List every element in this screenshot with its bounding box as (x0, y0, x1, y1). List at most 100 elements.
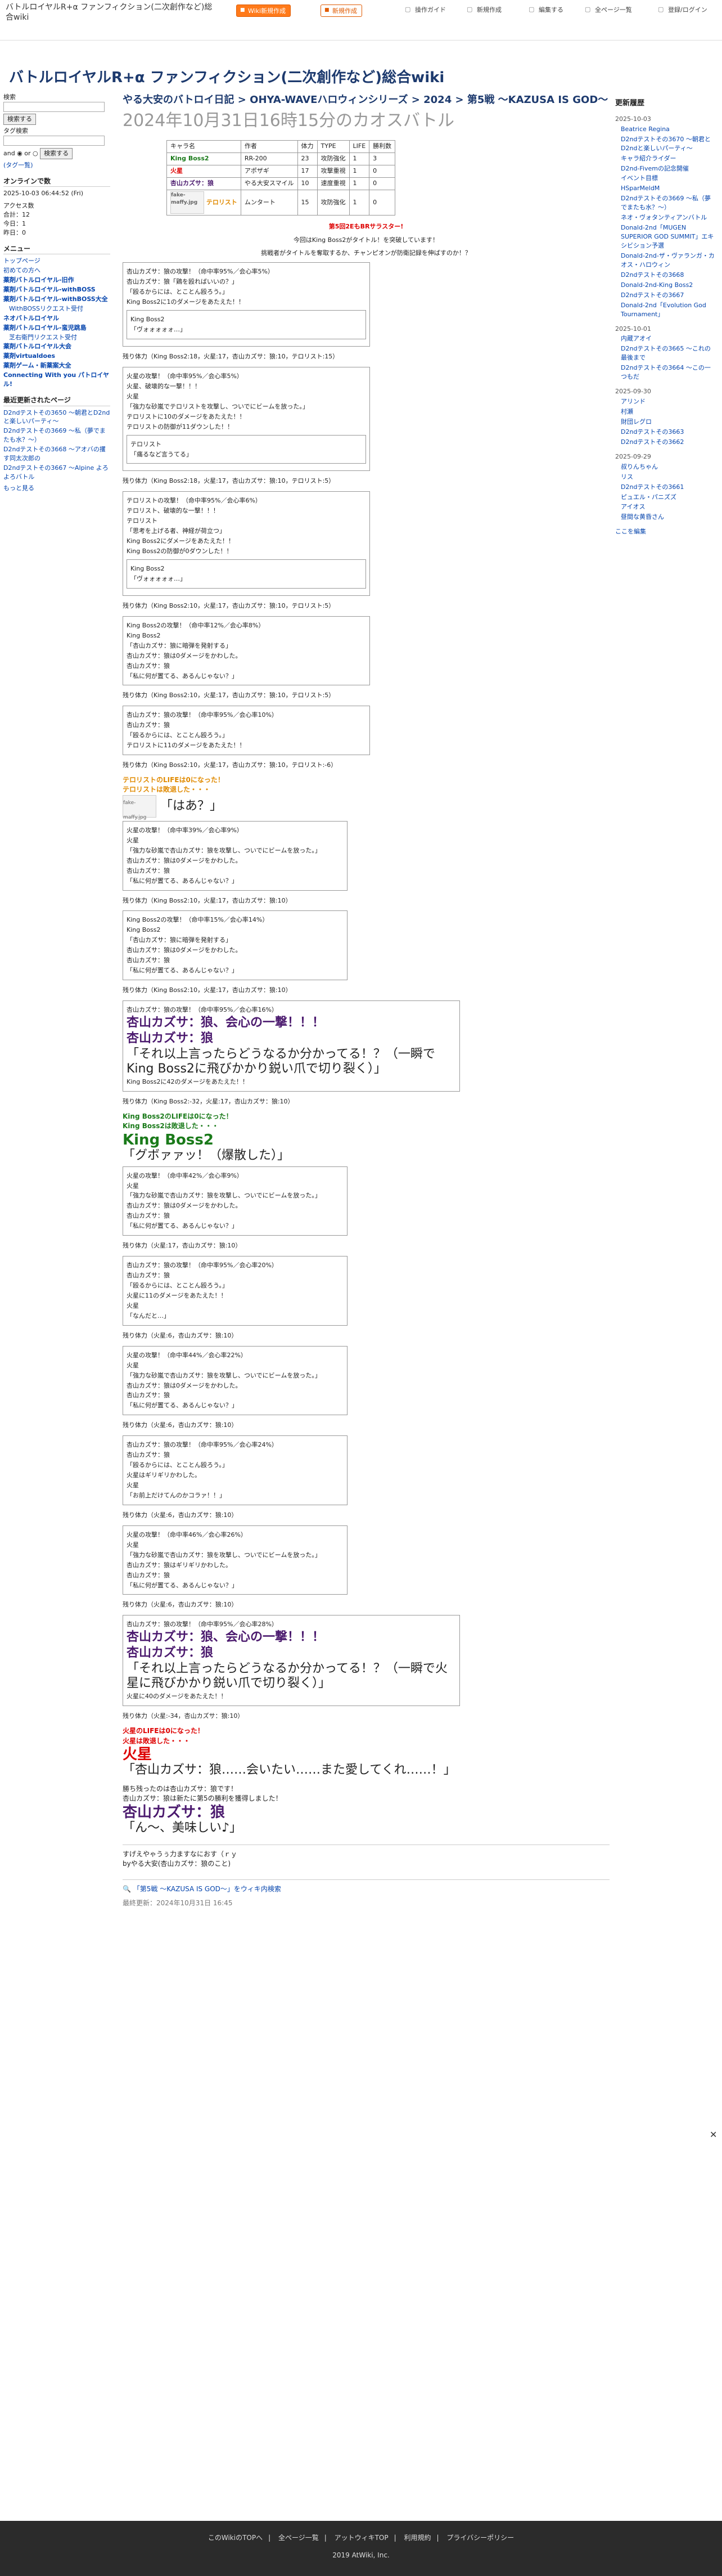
critical-hit-2: 杏山カズサ：狼の攻撃！（命中率95%／会心率28%） 杏山カズサ：狼、会心の一撃！… (123, 1615, 610, 1721)
update-item-link[interactable]: 叔りんちゃん (621, 463, 658, 470)
menu-item[interactable]: WithBOSSリクエスト受付 (9, 305, 83, 312)
update-item-link[interactable]: D2ndテストその3663 (621, 428, 684, 436)
tag-list-link[interactable]: (タグ一覧) (3, 161, 33, 169)
log-line: 「私に何が置てる、あるんじゃない？」 (127, 967, 238, 975)
menu-item[interactable]: 薬剤バトルロイヤル大会 (3, 343, 71, 350)
log-line: 杏山カズサ：狼 (127, 1272, 170, 1280)
wiki-title[interactable]: バトルロイヤルR+α ファンフィクション(二次創作など)総合wiki (9, 68, 444, 89)
new-create-link[interactable]: 新規作成 (467, 5, 502, 15)
log-line: 杏山カズサ：狼の攻撃！（命中率95%／会心率28%） (127, 1621, 278, 1628)
site-title[interactable]: バトルロイヤルR+α ファンフィクション(二次創作など)総合wiki (6, 2, 214, 23)
log-line: 杏山カズサ：狼 (127, 1571, 170, 1579)
update-item-link[interactable]: D2nd-Fivemの記念開催 (621, 165, 689, 172)
menu-item[interactable]: ネオバトルロイヤル (3, 315, 59, 322)
remaining-hp-status: 残り体力（火星:6，杏山カズサ：狼:10） (123, 1421, 238, 1429)
menu-item[interactable]: 薬剤ゲーム・新薬案大全 (3, 362, 71, 369)
update-item-link[interactable]: HSparMeldM (621, 185, 660, 192)
search-input[interactable] (3, 101, 105, 112)
table-header: TYPE (317, 140, 350, 153)
battle-turn-box: 火星の攻撃！（命中率95%／会心率5%） 火星、破壊的な一撃！！！ 火星 「強力な砂嵐… (123, 366, 370, 472)
update-item-link[interactable]: Beatrice Regina (621, 125, 670, 133)
update-item-link[interactable]: D2ndテストその3667 (621, 291, 684, 299)
update-item-link[interactable]: キャラ紹介ライダー (621, 155, 676, 162)
log-line: テロリストに10のダメージをあたえた！！ (127, 412, 246, 420)
menu-item[interactable]: 薬剤バトルロイヤル-withBOSS (3, 286, 96, 293)
table-cell: 速度重視 (317, 177, 350, 190)
update-item-link[interactable]: Donald-2nd-ザ・ヴァランガ・カオス・ハロウィン (621, 252, 715, 268)
menu-item[interactable]: Connecting With you パトロイヤル! (3, 371, 109, 388)
update-item-link[interactable]: D2ndテストその3661 (621, 483, 684, 491)
update-item-link[interactable]: D2ndテストその3664 〜この一つもだ (621, 364, 711, 380)
and-radio[interactable]: and (3, 150, 15, 157)
breadcrumb[interactable]: やる大安のバトロイ日記 > OHYA-WAVEハロウィンシリーズ > 2024 … (123, 93, 610, 107)
log-line: King Boss2 (127, 926, 161, 934)
page-title: 2024年10月31日16時15分のカオスバトル (123, 111, 454, 131)
login-link[interactable]: 登録/ログイン (658, 5, 707, 15)
update-item-link[interactable]: ピュエル・パニズズ (621, 493, 676, 501)
table-cell: 0 (369, 164, 396, 178)
update-item-link[interactable]: D2ndテストその3668 (621, 271, 684, 279)
update-items: 内蔵アオイ D2ndテストその3665 〜これの最後まで D2ndテストその3664… (615, 334, 716, 382)
menu-item[interactable]: 薬剤virtualdoes (3, 352, 55, 360)
update-item-link[interactable]: ネオ・ヴォタンティアンバトル (621, 214, 707, 221)
footer-link-terms[interactable]: 利用規約 (404, 2534, 431, 2542)
recent-title: 最近更新されたページ (3, 396, 110, 406)
battle-turn-box: テロリストの攻撃！（命中率95%／会心率6%） テロリスト、破壊的な一撃！！！ テロ… (123, 491, 370, 596)
table-row: King Boss2 RR-200 23 攻防強化 1 3 (166, 152, 396, 165)
update-item-link[interactable]: D2ndテストその3662 (621, 438, 684, 446)
edit-sidebar-link[interactable]: ここを編集 (615, 528, 646, 535)
menu-title: メニュー (3, 244, 110, 255)
update-item-link[interactable]: アイオス (621, 503, 645, 510)
update-item-link[interactable]: イベント目標 (621, 174, 658, 182)
search-button[interactable]: 検索する (3, 114, 36, 125)
footer-link-atwiki[interactable]: アットウィキTOP (335, 2534, 389, 2542)
update-item-link[interactable]: D2ndテストその3670 〜朝君とD2ndと楽しいパーティ〜 (621, 136, 711, 152)
menu-item[interactable]: 薬剤バトルロイヤル-withBOSS大全 (3, 295, 108, 303)
recent-item[interactable]: D2ndテストその3650 〜朝君とD2ndと楽しいパーティ〜 (3, 409, 110, 425)
footer-link-all-pages[interactable]: 全ページ一覧 (278, 2534, 319, 2542)
update-item-link[interactable]: 村瀬 (621, 408, 633, 415)
log-line: 杏山カズサ：狼、会心の一撃！！！ (127, 1630, 325, 1645)
recent-item[interactable]: D2ndテストその3668 〜アオバの攫す同太次郎の (3, 446, 106, 462)
menu-item[interactable]: トップページ (3, 257, 40, 264)
close-icon[interactable]: ✕ (710, 2130, 719, 2139)
menu-item[interactable]: 薬剤バトルロイヤル-旧作 (3, 276, 74, 284)
footer-link-top[interactable]: このWikiのTOPへ (208, 2534, 263, 2542)
footer-link-privacy[interactable]: プライバシーポリシー (446, 2534, 514, 2542)
tag-search-input[interactable] (3, 136, 105, 146)
log-line: テロリストの防御が11ダウンした！！ (127, 423, 233, 430)
update-item-link[interactable]: 昼間な黄昏さん (621, 513, 664, 520)
tag-search-button[interactable]: 検索する (40, 147, 73, 159)
battle-turn-box: 火星の攻撃！（命中率39%／会心率9%） 火星 「強力な砂嵐で杏山カズサ：狼を攻撃し… (123, 820, 348, 891)
update-item-link[interactable]: リス (621, 473, 633, 481)
new-page-button[interactable]: 新規作成 (321, 5, 362, 17)
recent-item[interactable]: D2ndテストその3669 〜私（夢でまたも水？〜） (3, 427, 106, 443)
operations-guide-link[interactable]: 操作ガイド (405, 5, 446, 15)
or-radio[interactable]: or (24, 150, 30, 157)
update-item-link[interactable]: D2ndテストその3665 〜これの最後まで (621, 345, 711, 361)
remaining-hp-status: 残り体力（火星:17，杏山カズサ：狼:10） (123, 1242, 242, 1250)
wiki-create-button[interactable]: Wiki新規作成 (236, 5, 291, 17)
update-item-link[interactable]: Donald-2nd-King Boss2 (621, 281, 693, 289)
update-item-link[interactable]: Donald-2nd「MUGEN SUPERIOR GOD SUMMIT」エキシ… (621, 224, 714, 249)
battle-log-part-2: 火星の攻撃！（命中率39%／会心率9%） 火星 「強力な砂嵐で杏山カズサ：狼を攻撃し… (123, 820, 610, 995)
edit-link[interactable]: 編集する (529, 5, 563, 15)
update-item-link[interactable]: 財団レグロ (621, 418, 652, 425)
menu-item[interactable]: 初めての方へ (3, 267, 40, 274)
update-item-link[interactable]: D2ndテストその3669 〜私（夢でまたも水？〜） (621, 195, 711, 211)
update-item-link[interactable]: 内蔵アオイ (621, 335, 652, 342)
all-pages-link[interactable]: 全ページ一覧 (585, 5, 632, 15)
update-item-link[interactable]: Donald-2nd「Evolution God Tournament」 (621, 302, 706, 318)
recent-item[interactable]: D2ndテストその3667 〜Alpine よろよろバトル (3, 464, 109, 481)
related-search-link[interactable]: 「第5戦 〜KAZUSA IS GOD〜」をウィキ内検索 (133, 1885, 281, 1893)
defeat-mars-name: 火星 (123, 1746, 152, 1763)
log-line: King Boss2の攻撃！（命中率12%／会心率8%） (127, 621, 265, 629)
updated-time: 2025-10-03 06:44:52 (Fri) (3, 189, 84, 197)
battle-log-part-3: 火星の攻撃！（命中率42%／会心率9%） 火星 「強力な砂嵐で杏山カズサ：狼を攻撃し… (123, 1166, 610, 1610)
log-line: 火星 (127, 1302, 139, 1309)
menu-item[interactable]: 芝右衛門リクエスト受付 (9, 334, 77, 341)
log-line: 「なんだと…」 (127, 1312, 170, 1320)
update-item-link[interactable]: アリンド (621, 398, 646, 405)
menu-item[interactable]: 薬剤バトルロイヤル-蛮児跳島 (3, 324, 87, 331)
more-link[interactable]: もっと見る (3, 484, 34, 492)
